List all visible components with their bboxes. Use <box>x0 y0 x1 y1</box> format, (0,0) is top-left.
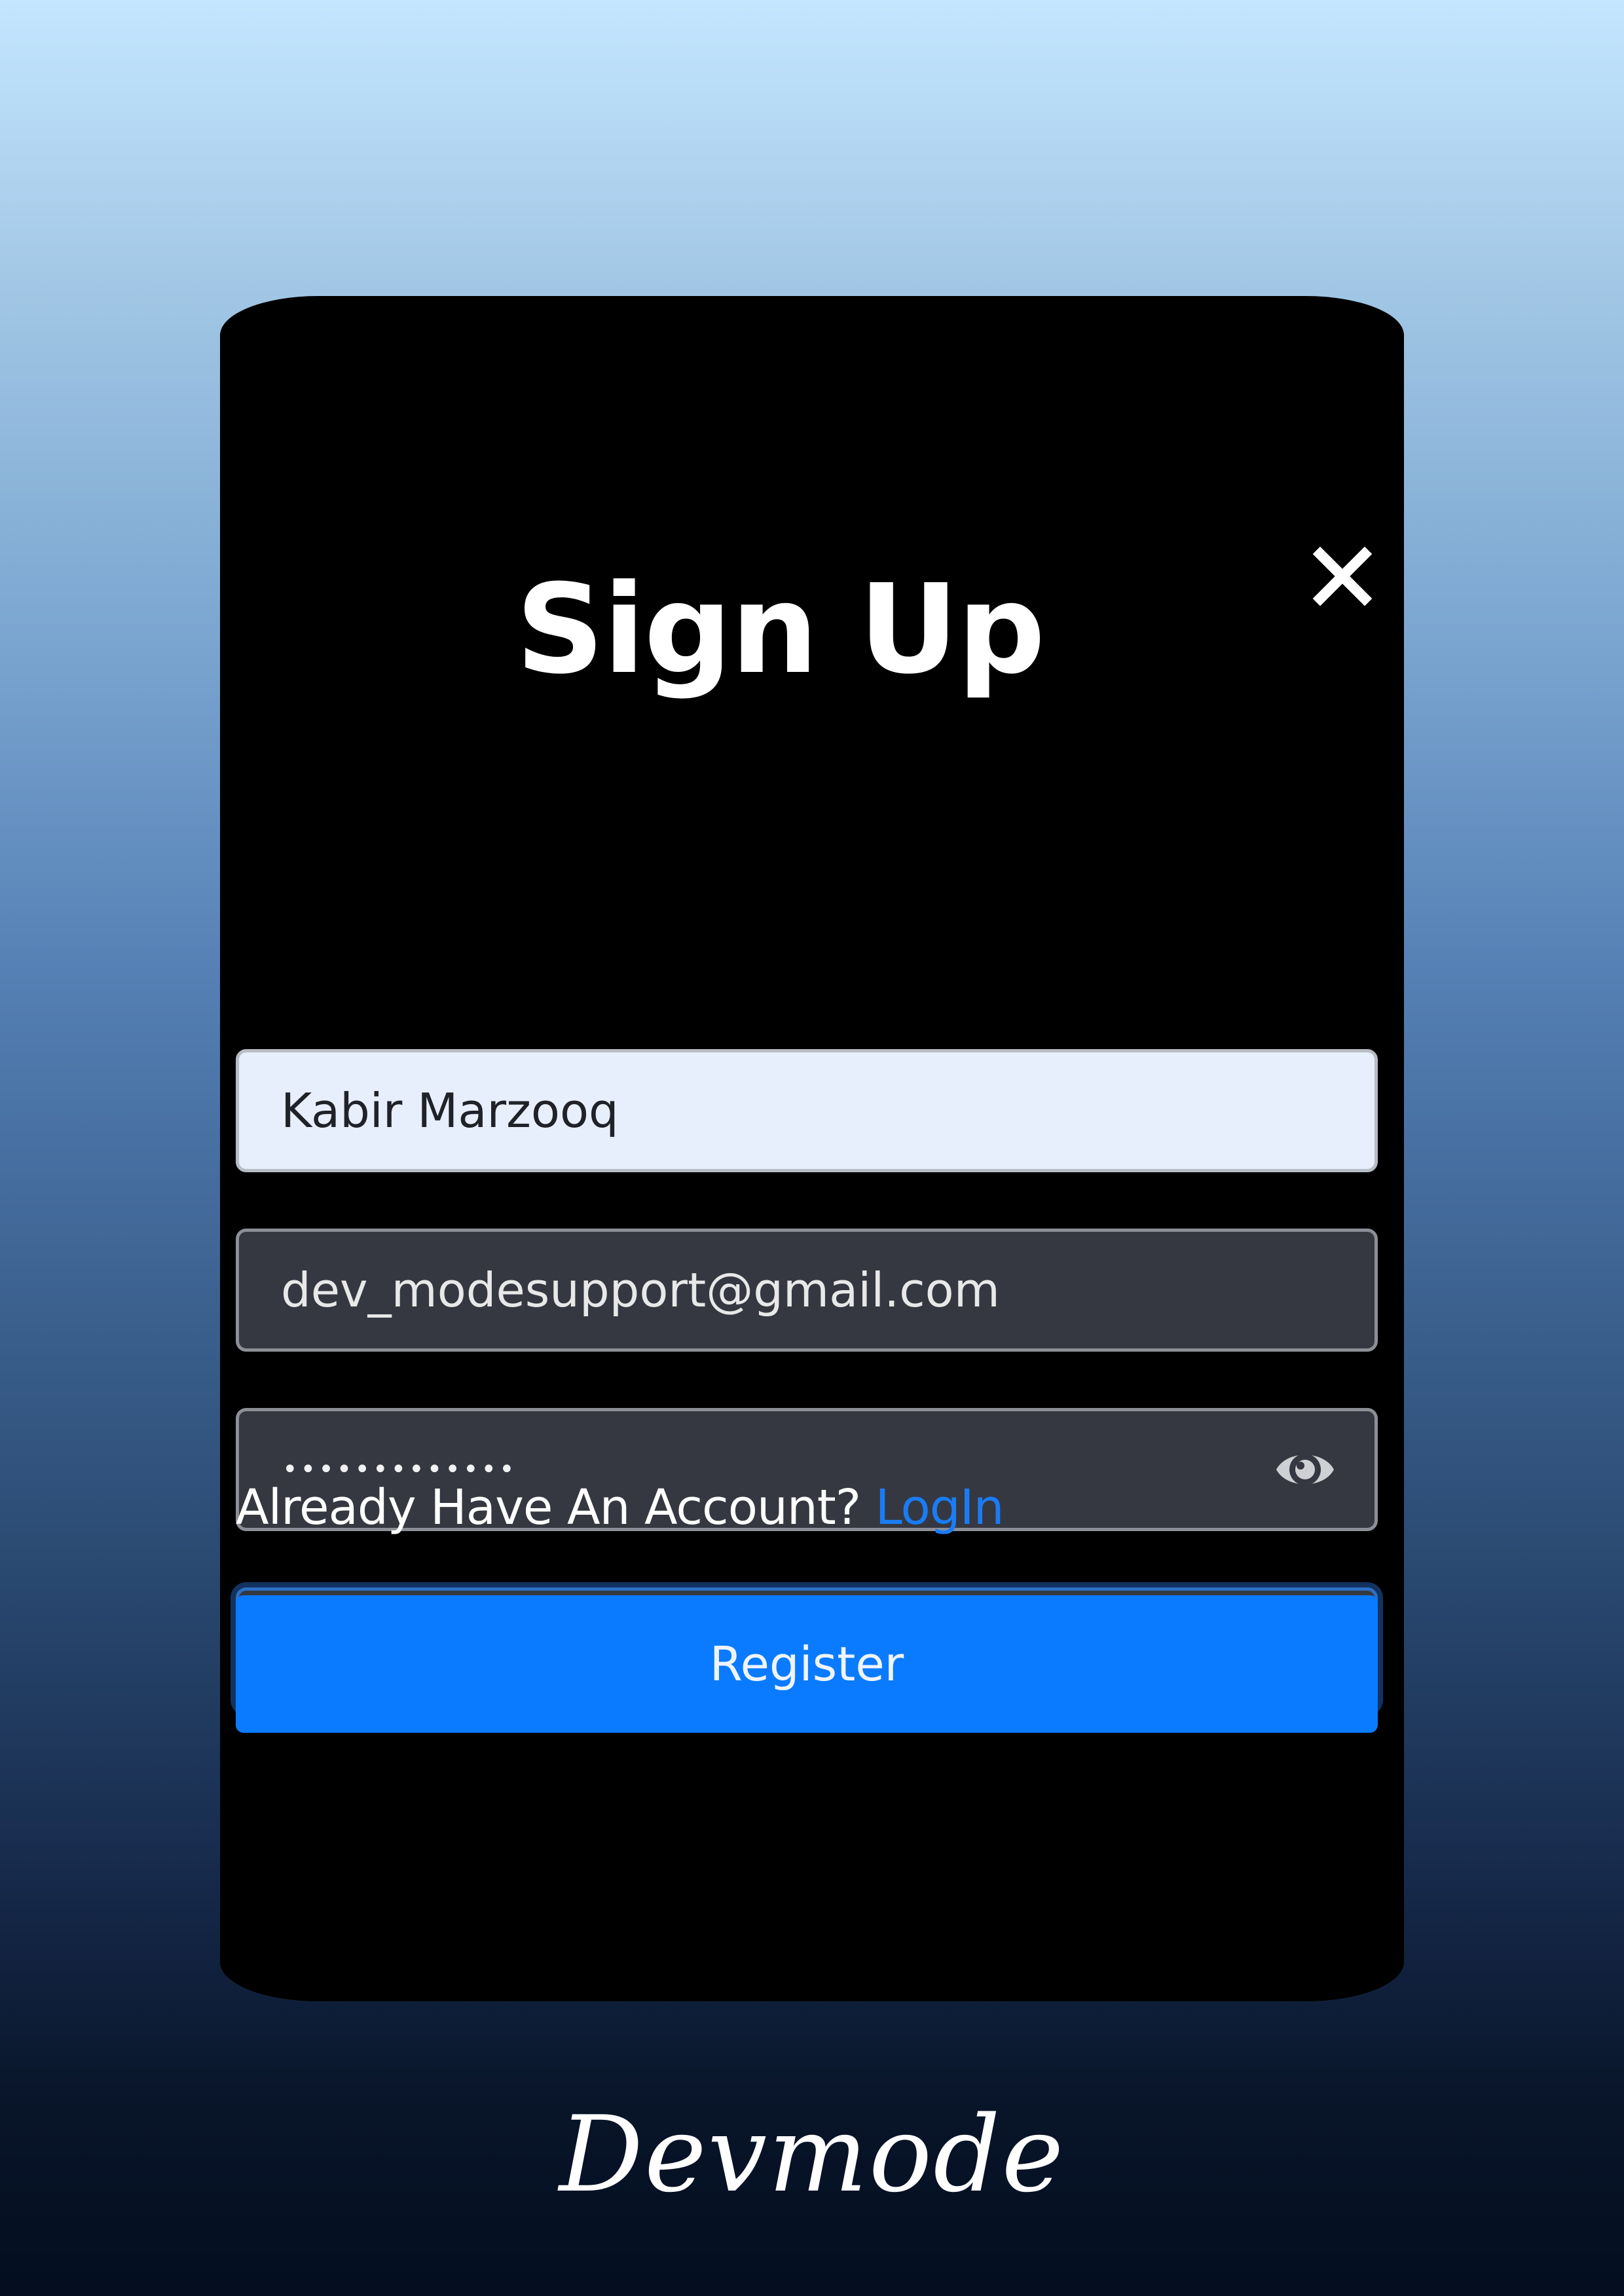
email-field[interactable]: dev_modesupport@gmail.com <box>236 1229 1378 1352</box>
page-title: Sign Up <box>515 558 1046 701</box>
login-prompt-row: Already Have An Account? LogIn <box>236 1475 1005 1540</box>
eye-icon <box>1276 1454 1334 1485</box>
toggle-password-visibility-button[interactable] <box>1272 1437 1338 1502</box>
login-link[interactable]: LogIn <box>876 1479 1005 1536</box>
login-prompt-text: Already Have An Account? <box>236 1479 876 1536</box>
brand-signature: Devmode <box>559 2093 1065 2215</box>
email-input-value: dev_modesupport@gmail.com <box>281 1263 1000 1318</box>
name-input-value: Kabir Marzooq <box>281 1083 619 1138</box>
signup-card: Sign Up Kabir Marzooq dev_modesupport@gm… <box>220 296 1404 2001</box>
name-field[interactable]: Kabir Marzooq <box>236 1049 1378 1172</box>
register-button[interactable]: Register <box>236 1595 1378 1733</box>
